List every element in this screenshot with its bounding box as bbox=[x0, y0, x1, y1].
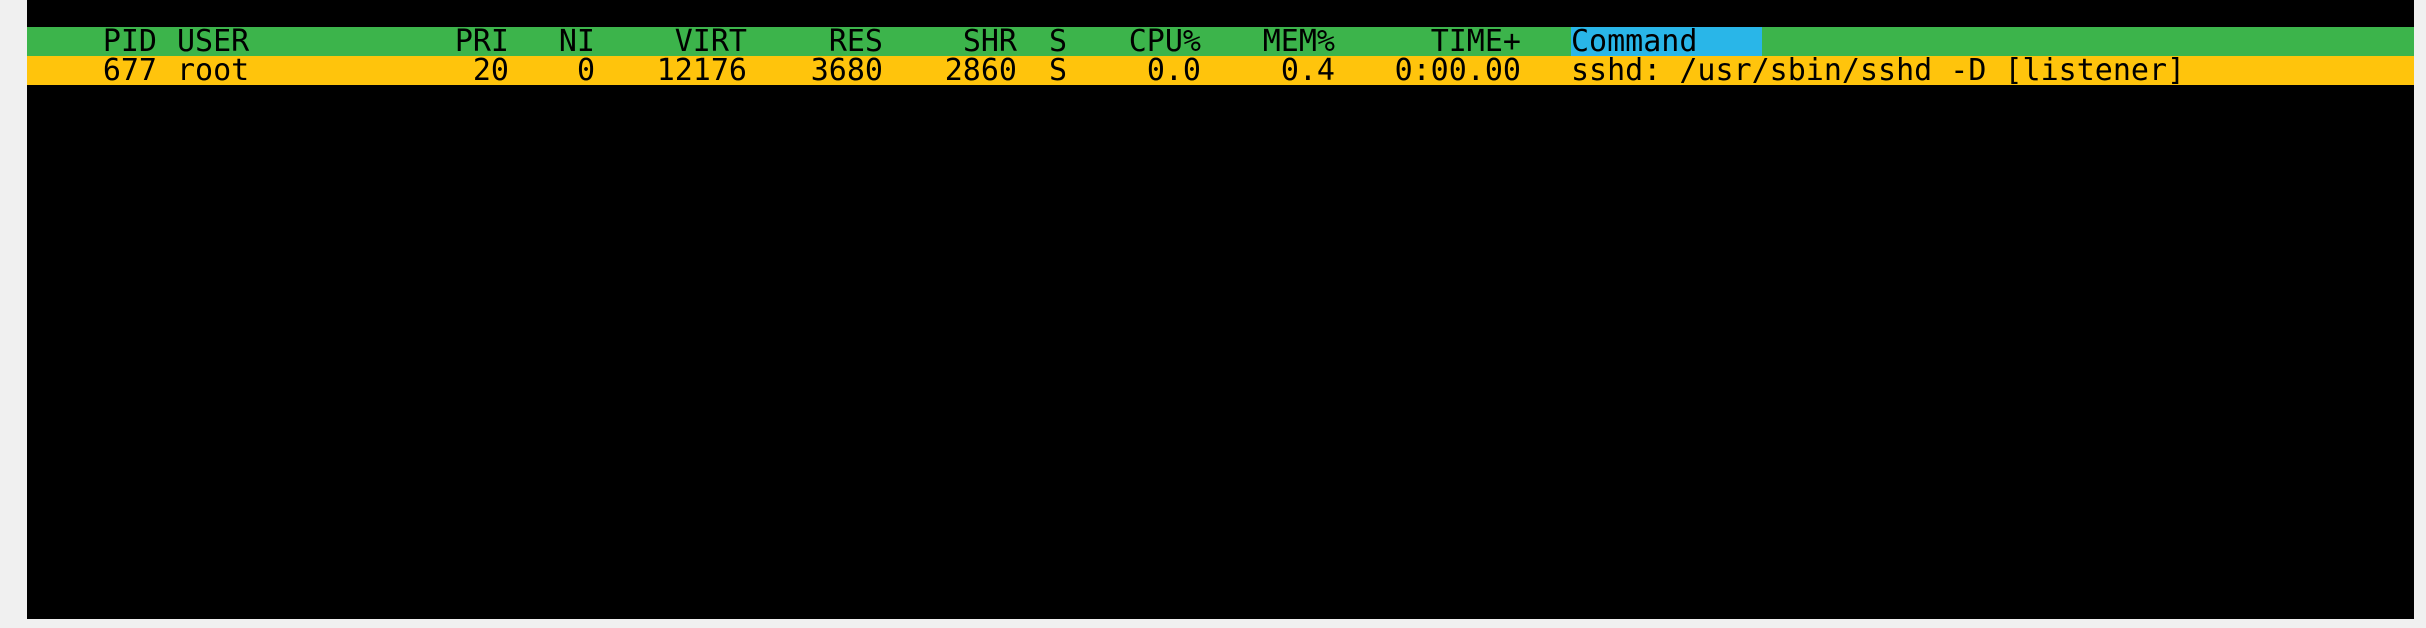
cell-user: root bbox=[177, 53, 250, 88]
column-header-pri[interactable]: PRI bbox=[409, 27, 509, 57]
cell-command: sshd: /usr/sbin/sshd -D [listener] bbox=[1571, 53, 2186, 88]
cell-mem: 0.4 bbox=[1280, 53, 1335, 88]
cell-pid: 677 bbox=[102, 53, 157, 88]
cell-ni: 0 bbox=[576, 53, 595, 88]
cell-res: 3680 bbox=[810, 53, 883, 88]
page-surface: PID USER PRI NI VIRT RES SHR S CPU% MEM%… bbox=[0, 0, 2426, 628]
process-table-header[interactable]: PID USER PRI NI VIRT RES SHR S CPU% MEM%… bbox=[27, 27, 2414, 57]
cell-virt: 12176 bbox=[656, 53, 747, 88]
terminal-window[interactable]: PID USER PRI NI VIRT RES SHR S CPU% MEM%… bbox=[27, 0, 2414, 619]
column-header-mem[interactable]: MEM% bbox=[1217, 27, 1335, 57]
column-header-state[interactable]: S bbox=[1033, 27, 1067, 57]
column-header-virt[interactable]: VIRT bbox=[613, 27, 747, 57]
column-header-ni[interactable]: NI bbox=[527, 27, 595, 57]
table-row[interactable]: 677 root 20 0 12176 3680 2860 S 0.0 0.4 … bbox=[27, 53, 2414, 88]
cell-time: 0:00.00 bbox=[1394, 53, 1521, 88]
cell-state: S bbox=[1048, 53, 1067, 88]
terminal-top-gap bbox=[27, 0, 2414, 27]
column-header-time[interactable]: TIME+ bbox=[1351, 27, 1521, 57]
cell-cpu: 0.0 bbox=[1146, 53, 1201, 88]
column-header-command[interactable]: Command bbox=[1571, 27, 1762, 57]
column-header-res[interactable]: RES bbox=[765, 27, 883, 57]
column-header-user[interactable]: USER bbox=[177, 27, 337, 57]
column-header-cpu[interactable]: CPU% bbox=[1083, 27, 1201, 57]
cell-pri: 20 bbox=[472, 53, 509, 88]
cell-shr: 2860 bbox=[944, 53, 1017, 88]
column-header-pid[interactable]: PID bbox=[27, 27, 157, 57]
column-header-shr[interactable]: SHR bbox=[899, 27, 1017, 57]
terminal-empty-area[interactable] bbox=[27, 85, 2414, 619]
